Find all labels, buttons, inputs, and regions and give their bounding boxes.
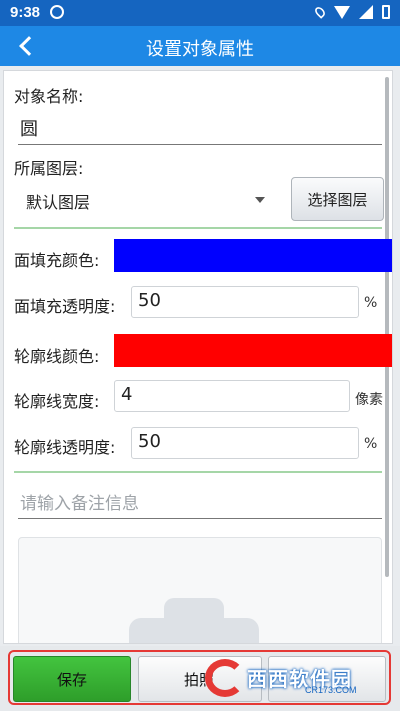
outline-opacity-unit: % [364,436,378,452]
location-icon [313,5,327,19]
choose-layer-button[interactable]: 选择图层 [291,177,384,221]
battery-icon [382,5,390,19]
outline-width-label: 轮廓线宽度: [14,392,100,411]
sync-icon [50,5,64,19]
watermark-logo: 西西软件园 CR173.COM [205,659,385,697]
fill-opacity-input[interactable]: 50 [131,286,359,318]
page-title: 设置对象属性 [146,39,254,60]
form-panel[interactable]: 对象名称: 圆 所属图层: 默认图层 选择图层 面填充颜色: 面填充透明度: 5… [3,70,393,644]
note-input[interactable]: 请输入备注信息 [18,489,382,519]
object-name-field[interactable]: 圆 [18,115,382,145]
scrollbar[interactable] [385,77,389,577]
save-button[interactable]: 保存 [13,656,131,702]
dropdown-arrow-icon [255,197,265,203]
layer-value: 默认图层 [26,193,91,212]
watermark-sub: CR173.COM [305,685,357,695]
outline-opacity-input[interactable]: 50 [131,427,359,459]
photo-area[interactable] [18,537,382,643]
object-name-label: 对象名称: [14,87,84,106]
outline-color-swatch[interactable] [114,334,392,367]
outline-color-label: 轮廓线颜色: [14,347,100,366]
wifi-icon [334,5,350,19]
outline-width-unit: 像素 [355,392,383,408]
status-bar: 9:38 [0,0,400,26]
status-icons [313,5,390,19]
outline-opacity-label: 轮廓线透明度: [14,438,116,457]
status-time: 9:38 [10,4,41,21]
fill-opacity-unit: % [364,295,378,311]
outline-width-input[interactable]: 4 [114,380,350,412]
layer-select[interactable]: 默认图层 [14,183,269,217]
layer-label: 所属图层: [14,159,84,178]
divider [14,471,382,473]
fill-color-label: 面填充颜色: [14,251,100,270]
signal-icon [359,5,373,19]
title-bar: 设置对象属性 [0,26,400,66]
divider [14,227,382,229]
camera-icon [129,598,259,643]
fill-color-swatch[interactable] [114,239,392,272]
fill-opacity-label: 面填充透明度: [14,297,116,316]
